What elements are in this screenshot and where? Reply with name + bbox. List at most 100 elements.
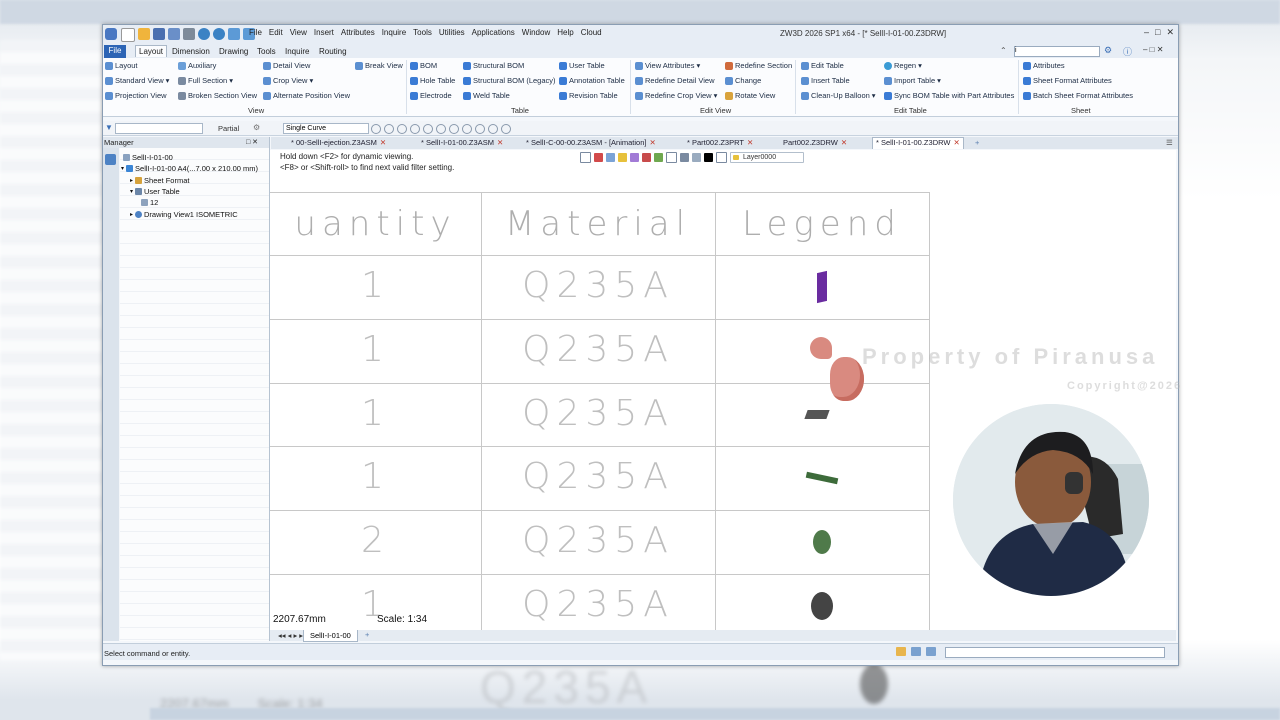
snap-nearest-icon[interactable] [475,124,485,134]
view-attributes-button[interactable]: View Attributes ▾ [635,60,700,71]
doc-tab[interactable]: * 00-SellI-ejection.Z3ASM ✕ [291,138,386,147]
history-manager-icon[interactable] [105,154,116,165]
line-style-icon[interactable] [716,152,727,163]
select-icon[interactable] [228,28,240,40]
alternate-position-view-button[interactable]: Alternate Position View [263,90,350,101]
snap-grid-icon[interactable] [488,124,498,134]
tab-tools[interactable]: Tools [254,46,279,57]
batch-sheet-format-attributes-button[interactable]: Batch Sheet Format Attributes [1023,90,1133,101]
doc-window-controls[interactable]: – □ ✕ [1143,45,1163,54]
save-all-icon[interactable] [168,28,180,40]
snap-intersection-icon[interactable] [423,124,433,134]
maximize-icon[interactable]: □ [1155,27,1160,38]
close-tab-icon[interactable]: ✕ [953,138,959,147]
structural-bom-button[interactable]: Structural BOM [463,60,524,71]
snap-midpoint-icon[interactable] [397,124,407,134]
standard-view-button[interactable]: Standard View ▾ [105,75,169,86]
electrode-button[interactable]: Electrode [410,90,452,101]
selection-filter-dropdown[interactable]: Single Curve [283,123,369,134]
ribbon-collapse-icon[interactable]: ⌃ [1000,46,1007,55]
close-tab-icon[interactable]: ✕ [497,138,503,147]
menu-cloud[interactable]: Cloud [581,28,602,37]
sheet-format-attributes-button[interactable]: Sheet Format Attributes [1023,75,1112,86]
view-style-icon[interactable] [654,153,663,162]
snap-endpoint-icon[interactable] [384,124,394,134]
view-options-icon[interactable] [680,153,689,162]
doc-tab[interactable]: * SellI-I-01-00.Z3ASM ✕ [421,138,503,147]
change-button[interactable]: Change [725,75,761,86]
close-tab-icon[interactable]: ✕ [380,138,386,147]
redo-icon[interactable] [213,28,225,40]
doc-tab[interactable]: * Part002.Z3PRT ✕ [687,138,753,147]
status-display-icon[interactable] [911,647,921,656]
menu-file[interactable]: File [249,28,262,37]
manager-pin-icon[interactable]: □ ✕ [246,137,258,148]
layer-dropdown[interactable]: Layer0000 [730,152,804,163]
filter-list-dropdown[interactable] [115,123,203,134]
tree-item-drawing-view[interactable]: ▸ Drawing View1 ISOMETRIC [121,208,258,219]
tab-inquire[interactable]: Inquire [282,46,312,57]
snap-point-icon[interactable] [371,124,381,134]
menu-attributes[interactable]: Attributes [341,28,375,37]
annotation-table-button[interactable]: Annotation Table [559,75,625,86]
sync-bom-button[interactable]: Sync BOM Table with Part Attributes [884,90,1014,101]
menu-view[interactable]: View [290,28,307,37]
menu-help[interactable]: Help [557,28,573,37]
open-folder-icon[interactable] [138,28,150,40]
clean-up-balloon-button[interactable]: Clean-Up Balloon ▾ [801,90,876,101]
detail-view-button[interactable]: Detail View [263,60,310,71]
search-input[interactable]: i [1014,46,1100,57]
rotate-view-button[interactable]: Rotate View [725,90,775,101]
doc-tab-active[interactable]: * SellI-I-01-00.Z3DRW ✕ [872,137,964,149]
display-icon[interactable] [692,153,701,162]
edit-table-button[interactable]: Edit Table [801,60,844,71]
doc-tab[interactable]: Part002.Z3DRW ✕ [783,138,847,147]
save-icon[interactable] [153,28,165,40]
broken-section-view-button[interactable]: Broken Section View [178,90,257,101]
grid-color-icon[interactable] [642,153,651,162]
undo-icon[interactable] [198,28,210,40]
close-tab-icon[interactable]: ✕ [649,138,655,147]
print-icon[interactable] [183,28,195,40]
menu-utilities[interactable]: Utilities [439,28,465,37]
user-table-button[interactable]: User Table [559,60,605,71]
crop-view-button[interactable]: Crop View ▾ [263,75,313,86]
color-swatch-icon[interactable] [704,153,713,162]
tree-item-sheet-format[interactable]: ▸ Sheet Format [121,175,258,186]
regen-button[interactable]: Regen ▾ [884,60,922,71]
structural-bom-legacy-button[interactable]: Structural BOM (Legacy) [463,75,556,86]
tab-file[interactable]: File [104,45,126,58]
layout-button[interactable]: Layout [105,60,138,71]
view-frame-icon[interactable] [666,152,677,163]
revision-table-button[interactable]: Revision Table [559,90,618,101]
hole-table-button[interactable]: Hole Table [410,75,455,86]
settings-icon[interactable]: ⚙ [1104,45,1112,56]
add-sheet-icon[interactable]: + [365,630,369,639]
bom-button[interactable]: BOM [410,60,437,71]
render-mode-icon[interactable] [618,153,627,162]
status-layout-icon[interactable] [926,647,936,656]
filter-settings-icon[interactable]: ⚙ [253,123,260,132]
minimize-icon[interactable]: – [1144,27,1149,38]
tab-list-icon[interactable]: ☰ [1166,138,1173,147]
projection-view-button[interactable]: Projection View [105,90,167,101]
menu-insert[interactable]: Insert [314,28,334,37]
import-table-button[interactable]: Import Table ▾ [884,75,941,86]
redefine-crop-view-button[interactable]: Redefine Crop View ▾ [635,90,717,101]
full-section-button[interactable]: Full Section ▾ [178,75,233,86]
redefine-detail-view-button[interactable]: Redefine Detail View [635,75,715,86]
menu-window[interactable]: Window [522,28,550,37]
close-tab-icon[interactable]: ✕ [747,138,753,147]
tree-item-root[interactable]: SellI-I-01-00 [121,152,258,163]
partial-toggle[interactable]: Partial [218,124,239,133]
tab-layout[interactable]: Layout [135,45,168,57]
menu-edit[interactable]: Edit [269,28,283,37]
help-icon[interactable]: ⓘ [1123,45,1132,58]
user-table[interactable]: uantity Material Legend 1 Q235A 1 Q235A 1 Q235A 1… [270,192,930,630]
tab-dimension[interactable]: Dimension [169,46,213,57]
zoom-fit-icon[interactable] [580,152,591,163]
attributes-button[interactable]: Attributes [1023,60,1065,71]
new-tab-icon[interactable]: + [975,138,979,147]
break-view-button[interactable]: Break View [355,60,403,71]
snap-perpendicular-icon[interactable] [449,124,459,134]
